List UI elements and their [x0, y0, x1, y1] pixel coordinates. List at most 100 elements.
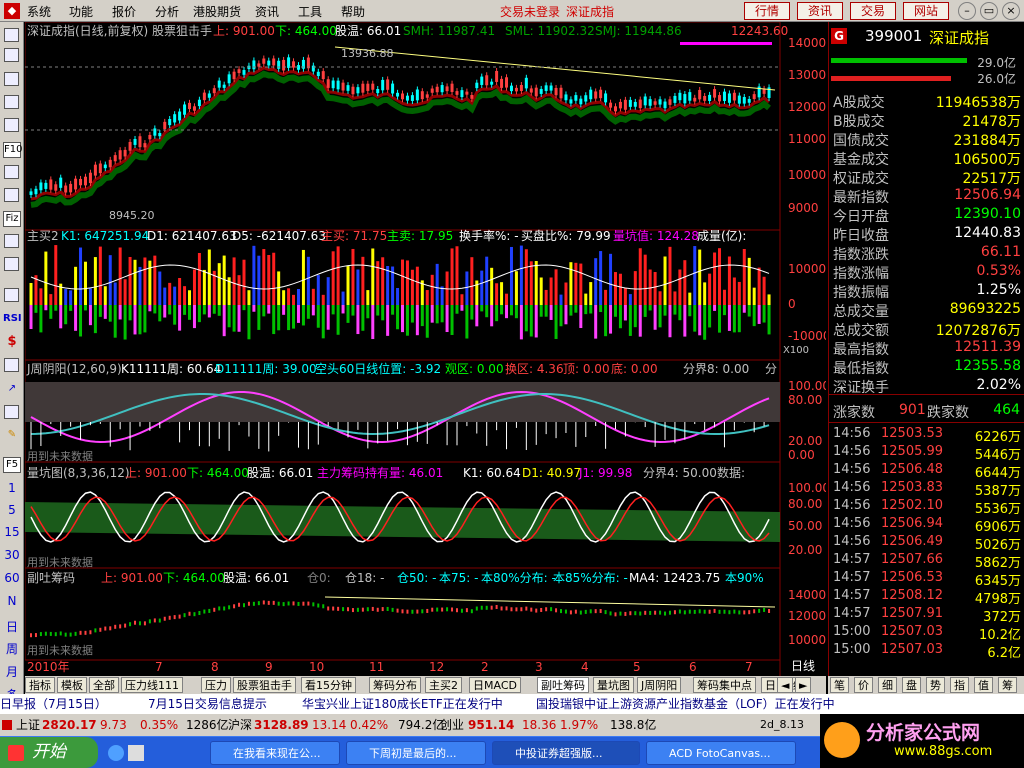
list-icon[interactable] [4, 28, 19, 42]
close-icon[interactable]: × [1002, 2, 1020, 20]
tick-row[interactable]: 14:56 12503.53 6226万 [831, 426, 1023, 445]
menu-system[interactable]: 系统 [27, 3, 51, 20]
f5-button[interactable]: F5 [3, 457, 21, 473]
chart-area[interactable]: 14000 13000 12000 11000 10000 9000 10000 0 -1000… [25, 22, 826, 676]
taskbar-item[interactable]: 在我看来现在公... [210, 741, 340, 765]
tab-压力[interactable]: 压力 [201, 677, 231, 693]
layout-icon[interactable] [4, 405, 19, 419]
menu-quote[interactable]: 报价 [112, 3, 136, 20]
trend-icon[interactable] [4, 288, 19, 302]
period-week[interactable]: 周 [2, 640, 22, 657]
kline-icon[interactable] [4, 95, 19, 109]
grid-icon[interactable] [4, 48, 19, 62]
period-n[interactable]: N [2, 594, 22, 608]
quote-tab-笔[interactable]: 笔 [830, 677, 849, 693]
tick-row[interactable]: 15:00 12507.03 6.2亿 [831, 642, 1023, 661]
search-icon[interactable] [4, 257, 19, 271]
calendar-icon[interactable] [4, 358, 19, 372]
pencil-icon[interactable]: ✎ [3, 428, 21, 442]
period-30min[interactable]: 30 [2, 548, 22, 562]
market-button[interactable]: 行情 [744, 2, 790, 20]
x-axis-mode[interactable]: 日线 [791, 659, 815, 673]
tick-row[interactable]: 14:56 12506.49 5026万 [831, 534, 1023, 553]
tick-row[interactable]: 14:56 12502.10 5536万 [831, 498, 1023, 517]
desktop-icon[interactable] [128, 745, 144, 761]
panel5-candle [153, 618, 156, 623]
report-icon[interactable] [4, 118, 19, 132]
period-day[interactable]: 日 [2, 618, 22, 635]
rsi-button[interactable]: RSI [3, 312, 22, 326]
tab-主买2[interactable]: 主买2 [425, 677, 462, 693]
f10-button[interactable]: F10 [3, 142, 22, 158]
dollar-icon[interactable]: $ [3, 335, 21, 349]
line-chart-icon[interactable] [4, 72, 19, 86]
restore-icon[interactable]: ▭ [980, 2, 998, 20]
quote-tab-盘[interactable]: 盘 [902, 677, 921, 693]
website-button[interactable]: 网站 [903, 2, 949, 20]
info-icon[interactable] [4, 188, 19, 202]
tab-模板[interactable]: 模板 [57, 677, 87, 693]
trade-button[interactable]: 交易 [850, 2, 896, 20]
tab-筹码集中点[interactable]: 筹码集中点 [693, 677, 756, 693]
minimize-icon[interactable]: – [958, 2, 976, 20]
tab-J周阴阳[interactable]: J周阴阳 [637, 677, 682, 693]
menu-help[interactable]: 帮助 [341, 3, 365, 20]
menu-hk-futures[interactable]: 港股期货 [193, 3, 241, 20]
period-15min[interactable]: 15 [2, 525, 22, 539]
tick-row[interactable]: 14:56 12506.94 6906万 [831, 516, 1023, 535]
tab-压力线111[interactable]: 压力线111 [121, 677, 183, 693]
quote-tab-价[interactable]: 价 [854, 677, 873, 693]
tab-prev-icon[interactable]: ◄ [777, 677, 794, 693]
tick-row[interactable]: 14:56 12505.99 5446万 [831, 444, 1023, 463]
tab-全部[interactable]: 全部 [89, 677, 119, 693]
period-60min[interactable]: 60 [2, 571, 22, 585]
tick-row[interactable]: 14:56 12506.48 6644万 [831, 462, 1023, 481]
quote-tab-细[interactable]: 细 [878, 677, 897, 693]
quote-tab-筹[interactable]: 筹 [998, 677, 1017, 693]
table-icon[interactable] [4, 234, 19, 248]
tick-volume: 5536万 [974, 502, 1021, 517]
quote-tab-势[interactable]: 势 [926, 677, 945, 693]
tick-row[interactable]: 14:57 12507.91 372万 [831, 606, 1023, 625]
taskbar-item-active[interactable]: 中投证券超强版... [492, 741, 640, 765]
tick-row[interactable]: 14:57 12506.53 6345万 [831, 570, 1023, 589]
login-status[interactable]: 交易未登录 [500, 3, 560, 20]
arrow-icon[interactable]: ↗ [3, 382, 21, 396]
news-item[interactable]: 7月15日交易信息提示 [148, 694, 267, 714]
panel5-candle [564, 609, 567, 614]
tab-副吐筹码[interactable]: 副吐筹码 [537, 677, 589, 693]
volume-bar-neg [708, 305, 712, 328]
window-icon[interactable] [4, 165, 19, 179]
tab-量坑图[interactable]: 量坑图 [593, 677, 634, 693]
tab-日MACD[interactable]: 日MACD [469, 677, 521, 693]
menu-news[interactable]: 资讯 [255, 3, 279, 20]
tab-股票狙击手[interactable]: 股票狙击手 [233, 677, 296, 693]
tab-看15分钟[interactable]: 看15分钟 [301, 677, 356, 693]
menu-function[interactable]: 功能 [69, 3, 93, 20]
taskbar-item[interactable]: 下周初是最后的... [346, 741, 486, 765]
tick-row[interactable]: 14:57 12508.12 4798万 [831, 588, 1023, 607]
tab-指标[interactable]: 指标 [25, 677, 55, 693]
news-button[interactable]: 资讯 [797, 2, 843, 20]
news-item[interactable]: 华宝兴业上证180成长ETF正在发行中 [302, 694, 503, 714]
period-1min[interactable]: 1 [2, 481, 22, 495]
tab-筹码分布[interactable]: 筹码分布 [369, 677, 421, 693]
menu-tools[interactable]: 工具 [298, 3, 322, 20]
quote-tab-指[interactable]: 指 [950, 677, 969, 693]
tick-row[interactable]: 14:57 12507.66 5862万 [831, 552, 1023, 571]
period-5min[interactable]: 5 [2, 503, 22, 517]
news-item[interactable]: 日早报（7月15日） [0, 694, 107, 714]
fiz-button[interactable]: Fiz [3, 211, 21, 227]
panel5-candle [322, 604, 325, 609]
tab-next-icon[interactable]: ► [795, 677, 812, 693]
period-month[interactable]: 月 [2, 663, 22, 680]
tick-row[interactable]: 14:56 12503.83 5387万 [831, 480, 1023, 499]
news-item[interactable]: 国投瑞银中证上游资源产业指数基金（LOF）正在发行中 [536, 694, 835, 714]
tick-row[interactable]: 15:00 12507.03 10.2亿 [831, 624, 1023, 643]
menu-analysis[interactable]: 分析 [155, 3, 179, 20]
ie-icon[interactable] [108, 745, 124, 761]
stat-value: 21478万 [962, 114, 1021, 130]
quote-tab-值[interactable]: 值 [974, 677, 993, 693]
volume-bar-neg [757, 305, 761, 324]
taskbar-item[interactable]: ACD FotoCanvas... [646, 741, 796, 765]
